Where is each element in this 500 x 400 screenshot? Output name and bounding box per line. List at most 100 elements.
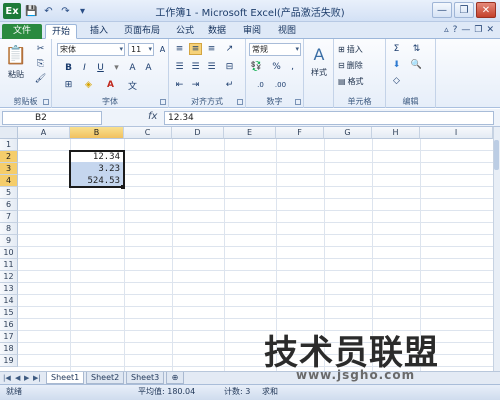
cell-b3[interactable]: 3.23 (70, 163, 124, 175)
cell-b2[interactable]: 12.34 (70, 151, 124, 163)
excel-app-icon[interactable]: Ex (3, 3, 21, 19)
clear-icon[interactable]: ◇ (390, 75, 403, 87)
doc-restore-icon[interactable]: ❐ (474, 25, 482, 35)
currency-icon[interactable]: 💱 (250, 61, 263, 73)
row-header-14[interactable]: 14 (0, 295, 18, 307)
phonetic-icon[interactable]: 文 (126, 79, 139, 92)
row-header-13[interactable]: 13 (0, 283, 18, 295)
align-center-icon[interactable]: ☰ (189, 61, 202, 73)
shrink-font-button[interactable]: A (142, 62, 155, 74)
minimize-button[interactable]: — (432, 2, 452, 18)
row-header-9[interactable]: 9 (0, 235, 18, 247)
underline-dropdown-icon[interactable]: ▾ (110, 62, 123, 74)
row-header-18[interactable]: 18 (0, 343, 18, 355)
column-header-c[interactable]: C (124, 127, 172, 139)
fill-icon[interactable]: ⬇ (390, 59, 403, 71)
column-header-h[interactable]: H (372, 127, 420, 139)
row-header-15[interactable]: 15 (0, 307, 18, 319)
underline-button[interactable]: U (94, 62, 107, 74)
format-painter-icon[interactable]: 🖌 (34, 73, 47, 85)
sheet-tab-1[interactable]: Sheet1 (46, 372, 85, 384)
paste-icon[interactable]: 📋 (3, 43, 29, 67)
font-color-icon[interactable]: A (104, 79, 117, 91)
tab-page-layout[interactable]: 页面布局 (118, 24, 166, 39)
prev-sheet-icon[interactable]: ◀ (15, 374, 20, 382)
row-header-4[interactable]: 4 (0, 175, 18, 187)
doc-close-icon[interactable]: ✕ (486, 25, 494, 35)
column-header-f[interactable]: F (276, 127, 324, 139)
tab-data[interactable]: 数据 (202, 24, 232, 39)
name-box[interactable]: B2 (2, 111, 102, 125)
insert-function-button[interactable]: fx (148, 111, 157, 122)
sort-filter-icon[interactable]: ⇅ (410, 43, 423, 55)
column-header-g[interactable]: G (324, 127, 372, 139)
copy-icon[interactable]: ⎘ (34, 58, 47, 70)
cell-b4[interactable]: 524.53 (70, 175, 124, 187)
undo-icon[interactable]: ↶ (42, 5, 55, 18)
italic-button[interactable]: I (78, 62, 91, 74)
bold-button[interactable]: B (62, 62, 75, 74)
format-cells-button[interactable]: ▤ 格式 (338, 75, 364, 87)
delete-cells-button[interactable]: ⊟ 删除 (338, 59, 363, 71)
doc-minimize-icon[interactable]: — (461, 25, 470, 35)
align-right-icon[interactable]: ☰ (205, 61, 218, 73)
number-launcher[interactable] (295, 99, 301, 105)
tab-formulas[interactable]: 公式 (170, 24, 200, 39)
increase-indent-icon[interactable]: ⇥ (189, 79, 202, 91)
row-header-10[interactable]: 10 (0, 247, 18, 259)
tab-file[interactable]: 文件 (2, 24, 42, 39)
column-header-i[interactable]: I (420, 127, 493, 139)
strikethrough-a-icon[interactable]: A (126, 62, 139, 74)
next-sheet-icon[interactable]: ▶ (24, 374, 29, 382)
row-header-8[interactable]: 8 (0, 223, 18, 235)
number-format-combo[interactable]: 常规 ▾ (249, 43, 301, 56)
font-name-combo[interactable]: 宋体 ▾ (57, 43, 125, 56)
insert-cells-button[interactable]: ⊞ 插入 (338, 43, 363, 55)
percent-button[interactable]: % (270, 61, 283, 73)
formula-input[interactable]: 12.34 (164, 111, 494, 125)
merge-center-icon[interactable]: ⊟ (223, 61, 236, 73)
customize-qat-icon[interactable]: ▾ (76, 5, 89, 18)
close-button[interactable]: ✕ (476, 2, 496, 18)
fill-color-icon[interactable]: ◈ (82, 79, 95, 91)
help-icon[interactable]: ? (453, 25, 458, 35)
cut-icon[interactable]: ✂ (34, 43, 47, 55)
row-header-3[interactable]: 3 (0, 163, 18, 175)
font-size-combo[interactable]: 11 ▾ (128, 43, 154, 56)
minimize-ribbon-icon[interactable]: ▵ (444, 25, 449, 35)
wrap-text-icon[interactable]: ↵ (223, 79, 236, 91)
last-sheet-icon[interactable]: ▶| (33, 374, 41, 382)
styles-icon[interactable]: A (307, 43, 331, 65)
row-header-6[interactable]: 6 (0, 199, 18, 211)
row-header-2[interactable]: 2 (0, 151, 18, 163)
row-header-7[interactable]: 7 (0, 211, 18, 223)
select-all-corner[interactable] (0, 127, 18, 139)
find-select-icon[interactable]: 🔍 (410, 59, 423, 71)
styles-button[interactable]: 样式 (306, 67, 332, 77)
column-header-b[interactable]: B (70, 127, 124, 139)
sheet-tab-3[interactable]: Sheet3 (126, 372, 165, 384)
first-sheet-icon[interactable]: |◀ (3, 374, 11, 382)
column-header-a[interactable]: A (18, 127, 70, 139)
row-header-12[interactable]: 12 (0, 271, 18, 283)
row-header-16[interactable]: 16 (0, 319, 18, 331)
autosum-icon[interactable]: Σ (390, 43, 403, 55)
decrease-indent-icon[interactable]: ⇤ (173, 79, 186, 91)
row-header-11[interactable]: 11 (0, 259, 18, 271)
redo-icon[interactable]: ↷ (59, 5, 72, 18)
align-left-icon[interactable]: ☰ (173, 61, 186, 73)
decrease-decimal-icon[interactable]: .00 (274, 79, 287, 91)
restore-button[interactable]: ❐ (454, 2, 474, 18)
grow-font-button[interactable]: A (156, 43, 169, 55)
font-launcher[interactable] (160, 99, 166, 105)
paste-button[interactable]: 粘贴 (5, 69, 27, 79)
align-middle-icon[interactable]: ≡ (189, 43, 202, 55)
row-header-19[interactable]: 19 (0, 355, 18, 367)
tab-review[interactable]: 审阅 (237, 24, 267, 39)
border-icon[interactable]: ⊞ (62, 79, 75, 91)
insert-sheet-icon[interactable]: ⊕ (166, 372, 184, 384)
row-header-5[interactable]: 5 (0, 187, 18, 199)
vertical-scroll-thumb[interactable] (494, 140, 499, 170)
tab-home[interactable]: 开始 (45, 24, 78, 39)
orientation-icon[interactable]: ↗ (223, 43, 236, 55)
